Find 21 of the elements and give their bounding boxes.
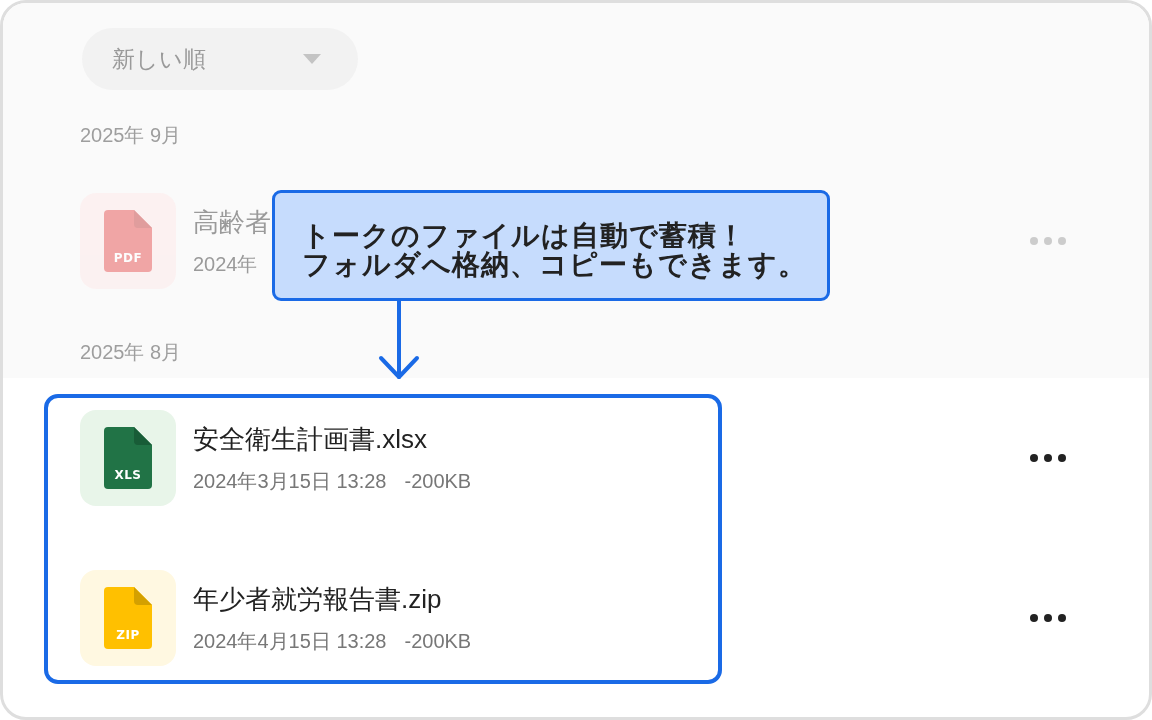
file-date: 2024年4月15日 13:28	[193, 628, 387, 654]
document-icon	[104, 587, 152, 649]
date-heading: 2025年 8月	[80, 340, 182, 365]
file-type-label: XLS	[113, 468, 143, 482]
file-type-label: PDF	[112, 251, 144, 265]
more-icon[interactable]	[1030, 614, 1066, 622]
file-date: 2024年3月15日 13:28	[193, 468, 387, 494]
file-name: 安全衛生計画書.xlsx	[193, 422, 427, 456]
sort-dropdown[interactable]: 新しい順	[82, 28, 358, 90]
file-type-label: ZIP	[115, 628, 141, 642]
date-heading: 2025年 9月	[80, 123, 182, 148]
callout-text: トークのファイルは自動で蓄積！ フォルダへ格納、コピーもできます。	[302, 221, 807, 279]
file-name: 高齢者	[193, 205, 271, 239]
file-size: -200KB	[404, 628, 472, 654]
document-icon	[104, 210, 152, 272]
caret-icon	[303, 54, 321, 64]
file-size: -200KB	[404, 468, 472, 494]
document-icon	[104, 427, 152, 489]
more-icon[interactable]	[1030, 454, 1066, 462]
file-date: 2024年	[193, 251, 258, 277]
file-name: 年少者就労報告書.zip	[193, 582, 442, 616]
